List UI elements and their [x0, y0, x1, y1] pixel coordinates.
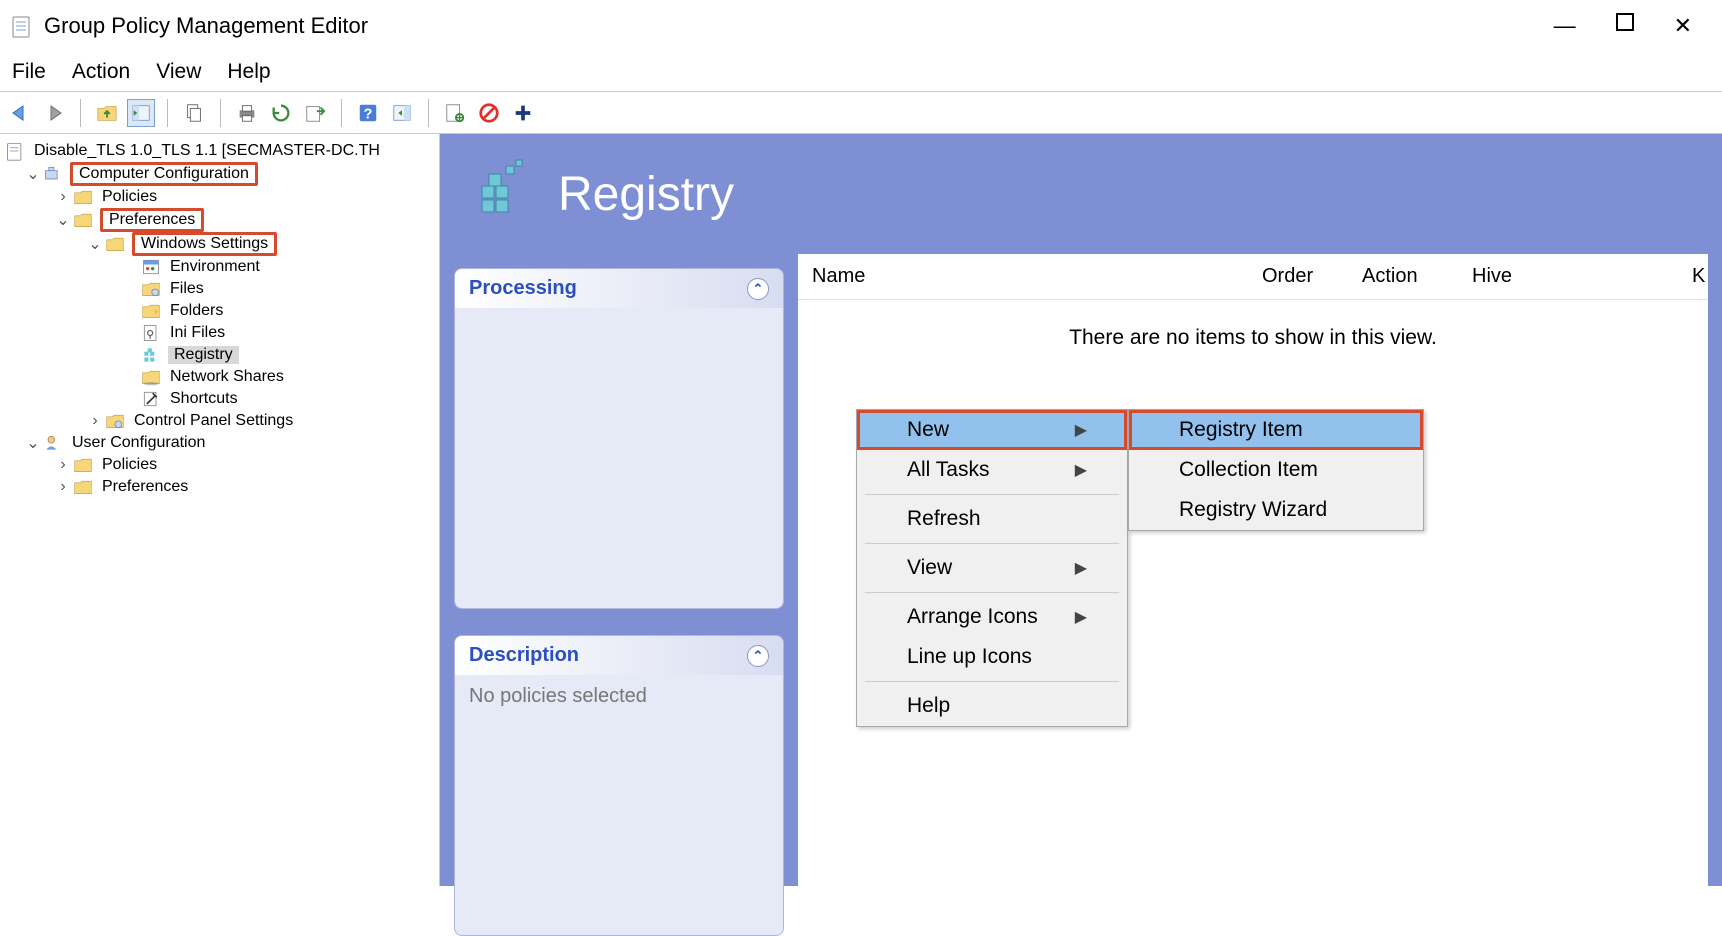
menu-action[interactable]: Action: [72, 60, 130, 84]
help-button[interactable]: ?: [354, 99, 382, 127]
col-k[interactable]: K: [1678, 265, 1708, 288]
print-button[interactable]: [233, 99, 261, 127]
chevron-right-icon: ▶: [1075, 460, 1087, 480]
tree-files[interactable]: Files: [168, 280, 206, 298]
description-text: No policies selected: [469, 685, 647, 707]
up-button[interactable]: [93, 99, 121, 127]
copy-button[interactable]: [180, 99, 208, 127]
context-menu: New▶ All Tasks▶ Refresh View▶ Arrange Ic…: [856, 409, 1128, 727]
refresh-button[interactable]: [267, 99, 295, 127]
content-title: Registry: [558, 167, 734, 222]
tree-preferences[interactable]: Preferences: [100, 208, 204, 232]
registry-icon: [472, 156, 536, 232]
stop-button[interactable]: [475, 99, 503, 127]
tree-root[interactable]: Disable_TLS 1.0_TLS 1.1 [SECMASTER-DC.TH: [4, 140, 435, 162]
empty-message: There are no items to show in this view.: [798, 326, 1708, 350]
menu-view[interactable]: View: [156, 60, 201, 84]
options-button[interactable]: [441, 99, 469, 127]
tree-root-label: Disable_TLS 1.0_TLS 1.1 [SECMASTER-DC.TH: [32, 142, 382, 160]
collapse-icon[interactable]: ⌃: [747, 278, 769, 300]
context-submenu-new: Registry Item Collection Item Registry W…: [1128, 409, 1424, 531]
tree-user-preferences[interactable]: Preferences: [100, 478, 190, 496]
back-button[interactable]: [6, 99, 34, 127]
close-button[interactable]: ✕: [1674, 13, 1692, 39]
content-pane: Registry Processing ⌃ Description ⌃ No pol…: [440, 134, 1722, 886]
tree-shortcuts[interactable]: Shortcuts: [168, 390, 240, 408]
menu-file[interactable]: File: [12, 60, 46, 84]
description-panel: Description ⌃ No policies selected: [454, 635, 784, 936]
tree-control-panel-settings[interactable]: Control Panel Settings: [132, 412, 295, 430]
minimize-button[interactable]: —: [1554, 13, 1576, 39]
forward-button[interactable]: [40, 99, 68, 127]
col-order[interactable]: Order: [1248, 265, 1348, 288]
chevron-right-icon: ▶: [1075, 420, 1087, 440]
export-button[interactable]: [301, 99, 329, 127]
ctx-registry-item[interactable]: Registry Item: [1129, 410, 1423, 450]
window-controls: — ✕: [1554, 13, 1712, 39]
ctx-refresh[interactable]: Refresh: [857, 499, 1127, 539]
chevron-right-icon: ▶: [1075, 607, 1087, 627]
col-action[interactable]: Action: [1348, 265, 1458, 288]
titlebar: Group Policy Management Editor — ✕: [0, 0, 1722, 52]
tree-pane: Disable_TLS 1.0_TLS 1.1 [SECMASTER-DC.TH…: [0, 134, 440, 886]
tree-policies[interactable]: Policies: [100, 188, 159, 206]
content-header: Registry: [440, 134, 1722, 254]
ctx-help[interactable]: Help: [857, 686, 1127, 726]
col-name[interactable]: Name: [798, 265, 1248, 288]
tree-ini-files[interactable]: Ini Files: [168, 324, 227, 342]
app-icon: [10, 14, 34, 38]
tree-windows-settings[interactable]: Windows Settings: [132, 232, 277, 256]
show-hide-action-pane-button[interactable]: [388, 99, 416, 127]
tree-environment[interactable]: Environment: [168, 258, 262, 276]
ctx-new[interactable]: New▶: [857, 410, 1127, 450]
list-area[interactable]: Name Order Action Hive K There are no it…: [798, 254, 1708, 936]
window-title: Group Policy Management Editor: [44, 13, 1554, 39]
collapse-icon[interactable]: ⌃: [747, 645, 769, 667]
ctx-all-tasks[interactable]: All Tasks▶: [857, 450, 1127, 490]
processing-title: Processing: [469, 277, 577, 300]
toolbar: ?: [0, 92, 1722, 134]
maximize-button[interactable]: [1616, 13, 1634, 31]
description-title: Description: [469, 644, 579, 667]
ctx-collection-item[interactable]: Collection Item: [1129, 450, 1423, 490]
show-hide-tree-button[interactable]: [127, 99, 155, 127]
ctx-view[interactable]: View▶: [857, 548, 1127, 588]
svg-text:?: ?: [364, 106, 373, 122]
tree-network-shares[interactable]: Network Shares: [168, 368, 286, 386]
ctx-line-up-icons[interactable]: Line up Icons: [857, 637, 1127, 677]
tree-computer-configuration[interactable]: Computer Configuration: [70, 162, 258, 186]
col-hive[interactable]: Hive: [1458, 265, 1678, 288]
tree-folders[interactable]: Folders: [168, 302, 225, 320]
processing-panel: Processing ⌃: [454, 268, 784, 609]
list-header: Name Order Action Hive K: [798, 254, 1708, 300]
add-button[interactable]: [509, 99, 537, 127]
ctx-arrange-icons[interactable]: Arrange Icons▶: [857, 597, 1127, 637]
tree-user-policies[interactable]: Policies: [100, 456, 159, 474]
menubar: File Action View Help: [0, 52, 1722, 92]
tree-registry[interactable]: Registry: [168, 346, 239, 364]
menu-help[interactable]: Help: [227, 60, 270, 84]
tree-user-configuration[interactable]: User Configuration: [70, 434, 207, 452]
ctx-registry-wizard[interactable]: Registry Wizard: [1129, 490, 1423, 530]
chevron-right-icon: ▶: [1075, 558, 1087, 578]
